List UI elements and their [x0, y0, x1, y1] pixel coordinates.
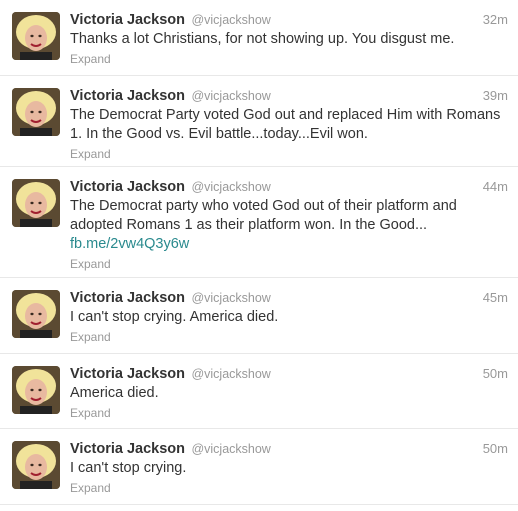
expand-link[interactable]: Expand: [70, 146, 111, 162]
tweet-item[interactable]: Victoria Jackson @vicjackshow 45m I can'…: [0, 278, 518, 354]
avatar-image: [12, 179, 60, 227]
author-username[interactable]: @vicjackshow: [191, 180, 270, 194]
expand-link[interactable]: Expand: [70, 480, 111, 496]
tweet-header: Victoria Jackson @vicjackshow 50m: [70, 364, 508, 384]
avatar-image: [12, 366, 60, 414]
avatar-image: [12, 12, 60, 60]
tweet-header: Victoria Jackson @vicjackshow 39m: [70, 86, 508, 106]
author-name[interactable]: Victoria Jackson: [70, 290, 185, 306]
tweet-item[interactable]: Victoria Jackson @vicjackshow 44m The De…: [0, 167, 518, 278]
author-username[interactable]: @vicjackshow: [191, 89, 270, 103]
avatar-image: [12, 290, 60, 338]
avatar[interactable]: [12, 179, 60, 227]
avatar[interactable]: [12, 290, 60, 338]
author-username[interactable]: @vicjackshow: [191, 442, 270, 456]
tweet-timestamp[interactable]: 50m: [483, 364, 508, 384]
tweet-item[interactable]: Victoria Jackson @vicjackshow 39m The De…: [0, 76, 518, 167]
author-name[interactable]: Victoria Jackson: [70, 12, 185, 28]
author-username[interactable]: @vicjackshow: [191, 291, 270, 305]
tweet-timestamp[interactable]: 50m: [483, 439, 508, 459]
avatar[interactable]: [12, 441, 60, 489]
tweet-item[interactable]: Victoria Jackson @vicjackshow 32m Thanks…: [0, 0, 518, 76]
author-name[interactable]: Victoria Jackson: [70, 441, 185, 457]
tweet-link[interactable]: fb.me/2vw4Q3y6w: [70, 235, 508, 254]
tweet-text: The Democrat party who voted God out of …: [70, 198, 457, 233]
tweet-header: Victoria Jackson @vicjackshow 44m: [70, 177, 508, 197]
author-username[interactable]: @vicjackshow: [191, 367, 270, 381]
avatar[interactable]: [12, 88, 60, 136]
expand-link[interactable]: Expand: [70, 256, 111, 272]
tweet-item[interactable]: Victoria Jackson @vicjackshow 50m Americ…: [0, 354, 518, 429]
expand-link[interactable]: Expand: [70, 51, 111, 67]
avatar-image: [12, 88, 60, 136]
avatar[interactable]: [12, 366, 60, 414]
tweet-header: Victoria Jackson @vicjackshow 45m: [70, 288, 508, 308]
tweet-text: I can't stop crying. America died.: [70, 309, 279, 325]
author-name[interactable]: Victoria Jackson: [70, 366, 185, 382]
tweet-header: Victoria Jackson @vicjackshow 32m: [70, 10, 508, 30]
tweet-timestamp[interactable]: 45m: [483, 288, 508, 308]
expand-link[interactable]: Expand: [70, 405, 111, 421]
avatar[interactable]: [12, 12, 60, 60]
tweet-item[interactable]: Victoria Jackson @vicjackshow 50m I can'…: [0, 429, 518, 505]
author-name[interactable]: Victoria Jackson: [70, 179, 185, 195]
tweet-header: Victoria Jackson @vicjackshow 50m: [70, 439, 508, 459]
author-username[interactable]: @vicjackshow: [191, 13, 270, 27]
author-name[interactable]: Victoria Jackson: [70, 88, 185, 104]
tweet-timestamp[interactable]: 39m: [483, 86, 508, 106]
expand-link[interactable]: Expand: [70, 329, 111, 345]
avatar-image: [12, 441, 60, 489]
tweet-text: I can't stop crying.: [70, 460, 187, 476]
tweet-timeline: Victoria Jackson @vicjackshow 32m Thanks…: [0, 0, 518, 505]
tweet-timestamp[interactable]: 44m: [483, 177, 508, 197]
tweet-text: Thanks a lot Christians, for not showing…: [70, 31, 455, 47]
tweet-timestamp[interactable]: 32m: [483, 10, 508, 30]
tweet-text: The Democrat Party voted God out and rep…: [70, 107, 501, 142]
tweet-text: America died.: [70, 385, 159, 401]
